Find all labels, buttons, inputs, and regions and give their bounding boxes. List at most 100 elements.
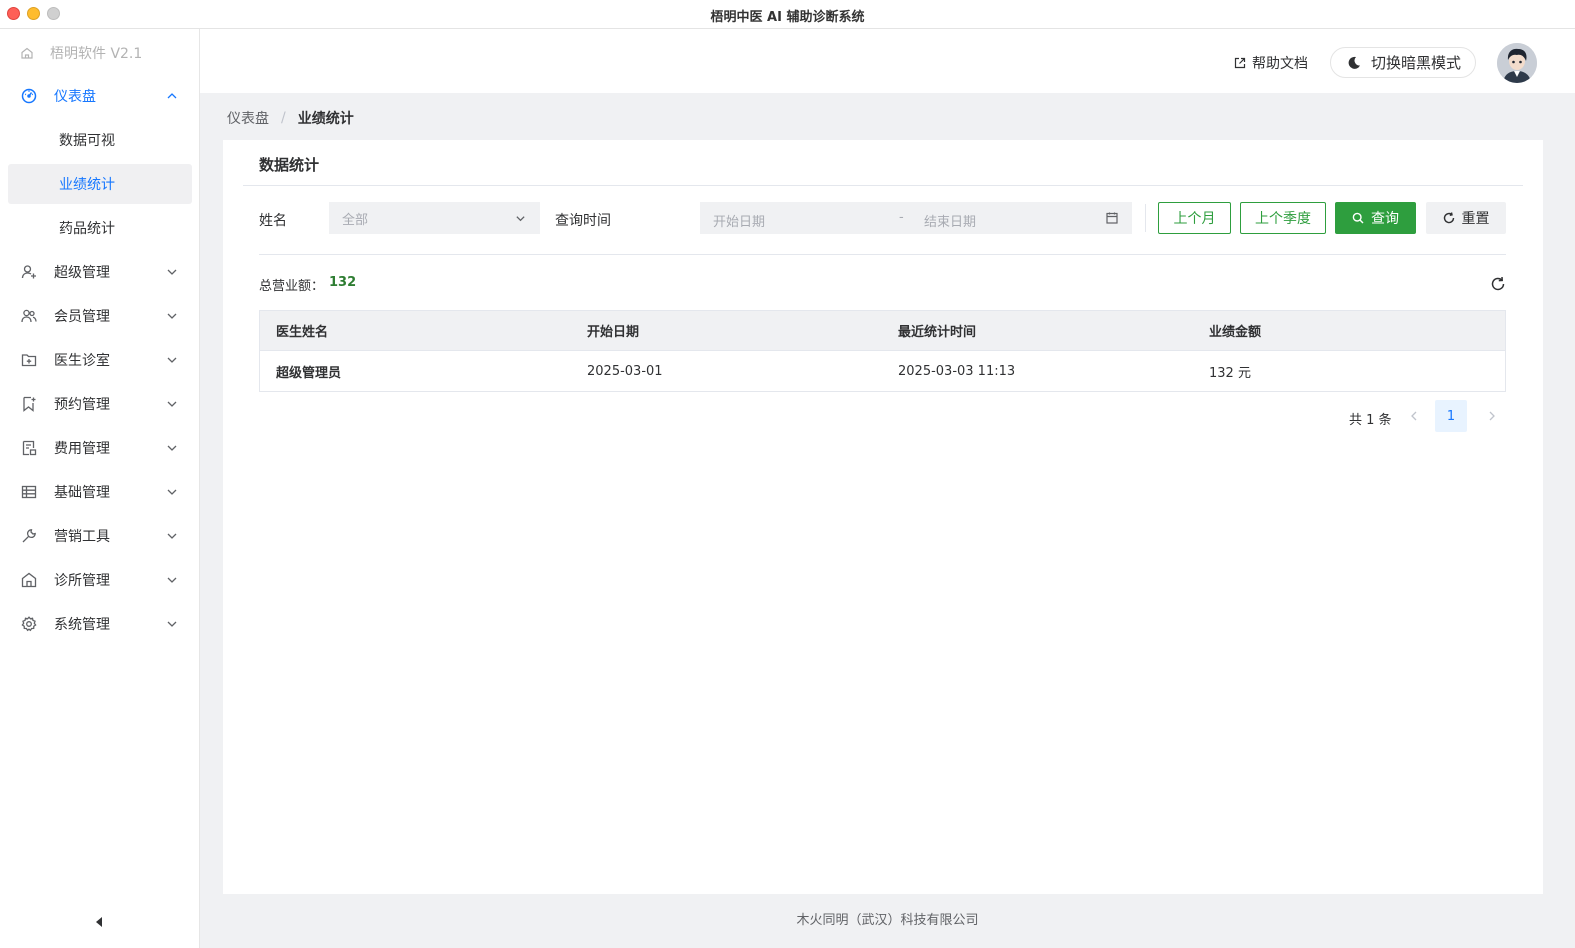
- query-button[interactable]: 查询: [1335, 202, 1416, 234]
- cell-amount: 132 元: [1209, 365, 1251, 381]
- date-range-picker[interactable]: 开始日期 - 结束日期: [700, 202, 1132, 234]
- header: 帮助文档 切换暗黑模式: [200, 29, 1575, 93]
- user-add-icon: [20, 263, 38, 281]
- search-icon: [1352, 212, 1364, 224]
- receipt-icon: [20, 439, 38, 457]
- collapse-sidebar-icon[interactable]: [94, 916, 104, 928]
- total-revenue-value: 132: [329, 275, 357, 290]
- sidebar: 梧明软件 V2.1 仪表盘 数据可视 业绩统计 药品统计 超级管理 会员管理 医…: [0, 29, 200, 948]
- dark-mode-label: 切换暗黑模式: [1371, 54, 1462, 72]
- home-icon: [21, 47, 33, 59]
- chevron-down-icon: [167, 357, 177, 363]
- card-divider: [243, 185, 1523, 186]
- name-select[interactable]: 全部: [329, 202, 540, 234]
- performance-table: 医生姓名 开始日期 最近统计时间 业绩金额 超级管理员 2025-03-01 2…: [259, 310, 1506, 392]
- sidebar-item-label: 诊所管理: [54, 573, 110, 589]
- cell-last-stat-time: 2025-03-03 11:13: [898, 363, 1016, 379]
- sidebar-subitem-drug-stats[interactable]: 药品统计: [8, 208, 192, 248]
- table-row[interactable]: 超级管理员 2025-03-01 2025-03-03 11:13 132 元: [260, 351, 1505, 391]
- sidebar-item-super-admin[interactable]: 超级管理: [8, 252, 192, 292]
- chevron-down-icon: [167, 533, 177, 539]
- sidebar-subitem-data-visual[interactable]: 数据可视: [8, 120, 192, 160]
- chevron-down-icon: [167, 401, 177, 407]
- date-range-separator: -: [899, 210, 904, 225]
- chevron-down-icon: [167, 577, 177, 583]
- sidebar-item-label: 医生诊室: [54, 353, 110, 369]
- avatar[interactable]: [1497, 43, 1537, 83]
- sidebar-item-system[interactable]: 系统管理: [8, 604, 192, 644]
- last-quarter-button[interactable]: 上个季度: [1240, 202, 1326, 234]
- footer: 木火同明（武汉）科技有限公司: [796, 913, 979, 928]
- cell-doctor-name: 超级管理员: [276, 365, 342, 381]
- sidebar-item-members[interactable]: 会员管理: [8, 296, 192, 336]
- last-month-button[interactable]: 上个月: [1158, 202, 1231, 234]
- end-date-input[interactable]: 结束日期: [924, 211, 976, 230]
- chevron-down-icon: [167, 445, 177, 451]
- bookmark-icon: [20, 395, 38, 413]
- sidebar-item-label: 系统管理: [54, 617, 110, 633]
- sidebar-item-dashboard[interactable]: 仪表盘: [8, 76, 192, 116]
- sidebar-item-label: 超级管理: [54, 265, 110, 281]
- dashboard-icon: [20, 87, 38, 105]
- sidebar-item-basics[interactable]: 基础管理: [8, 472, 192, 512]
- sidebar-item-label: 预约管理: [54, 397, 110, 413]
- name-filter-label: 姓名: [259, 213, 287, 229]
- query-label: 查询: [1371, 211, 1399, 227]
- filter-divider: [259, 254, 1506, 255]
- header-doctor-name[interactable]: 医生姓名: [260, 321, 571, 340]
- window-title: 梧明中医 AI 辅助诊断系统: [710, 10, 865, 25]
- clinic-folder-icon: [20, 351, 38, 369]
- refresh-icon[interactable]: [1490, 276, 1506, 292]
- filter-separator: [1145, 204, 1146, 232]
- calendar-icon: [1106, 212, 1118, 224]
- header-last-stat-time[interactable]: 最近统计时间: [882, 321, 1193, 340]
- sidebar-item-label: 会员管理: [54, 309, 110, 325]
- time-filter-label: 查询时间: [555, 213, 611, 229]
- pagination-page[interactable]: 1: [1435, 400, 1467, 432]
- pagination: 共 1 条 1: [1323, 400, 1513, 432]
- card-title: 数据统计: [259, 156, 320, 174]
- chevron-down-icon: [167, 489, 177, 495]
- name-select-value: 全部: [342, 212, 369, 228]
- breadcrumb-separator: /: [281, 110, 286, 126]
- refresh-icon: [1443, 212, 1454, 224]
- sidebar-item-label: 营销工具: [54, 529, 110, 545]
- cell-start-date: 2025-03-01: [587, 363, 663, 379]
- table-header: 医生姓名 开始日期 最近统计时间 业绩金额: [260, 311, 1505, 351]
- sidebar-item-appointments[interactable]: 预约管理: [8, 384, 192, 424]
- chevron-down-icon: [167, 313, 177, 319]
- breadcrumb-root[interactable]: 仪表盘: [227, 108, 269, 128]
- gear-icon: [20, 615, 38, 633]
- sidebar-item-fees[interactable]: 费用管理: [8, 428, 192, 468]
- total-revenue-label: 总营业额：: [259, 279, 325, 294]
- wrench-icon: [20, 527, 38, 545]
- sidebar-subitem-performance[interactable]: 业绩统计: [8, 164, 192, 204]
- sidebar-item-clinic-room[interactable]: 医生诊室: [8, 340, 192, 380]
- help-docs-label: 帮助文档: [1252, 56, 1308, 72]
- sidebar-item-label: 费用管理: [54, 441, 110, 457]
- brand-label: 梧明软件 V2.1: [50, 46, 143, 62]
- help-docs-link[interactable]: 帮助文档: [1234, 53, 1308, 73]
- external-link-icon: [1234, 57, 1246, 69]
- brand[interactable]: 梧明软件 V2.1: [20, 44, 142, 62]
- chevron-down-icon: [516, 216, 525, 222]
- breadcrumb: 仪表盘 / 业绩统计: [227, 108, 354, 128]
- dark-mode-toggle[interactable]: 切换暗黑模式: [1330, 47, 1476, 78]
- users-icon: [20, 307, 38, 325]
- stats-card: 数据统计 姓名 全部 查询时间 开始日期 - 结束日期 上个月 上个季度 查询 …: [223, 140, 1543, 894]
- window-titlebar: 梧明中医 AI 辅助诊断系统: [0, 0, 1575, 29]
- pagination-total: 共 1 条: [1349, 413, 1392, 428]
- chevron-left-icon[interactable]: [1409, 410, 1419, 422]
- header-start-date[interactable]: 开始日期: [571, 321, 882, 340]
- reset-button[interactable]: 重置: [1426, 202, 1506, 234]
- chevron-right-icon[interactable]: [1487, 410, 1497, 422]
- chevron-down-icon: [167, 269, 177, 275]
- sidebar-item-label: 仪表盘: [54, 89, 96, 105]
- sidebar-item-clinic-management[interactable]: 诊所管理: [8, 560, 192, 600]
- start-date-input[interactable]: 开始日期: [713, 211, 765, 230]
- reset-label: 重置: [1461, 211, 1490, 227]
- header-amount[interactable]: 业绩金额: [1193, 321, 1504, 340]
- moon-icon: [1348, 56, 1360, 69]
- sidebar-item-marketing[interactable]: 营销工具: [8, 516, 192, 556]
- chevron-down-icon: [167, 621, 177, 627]
